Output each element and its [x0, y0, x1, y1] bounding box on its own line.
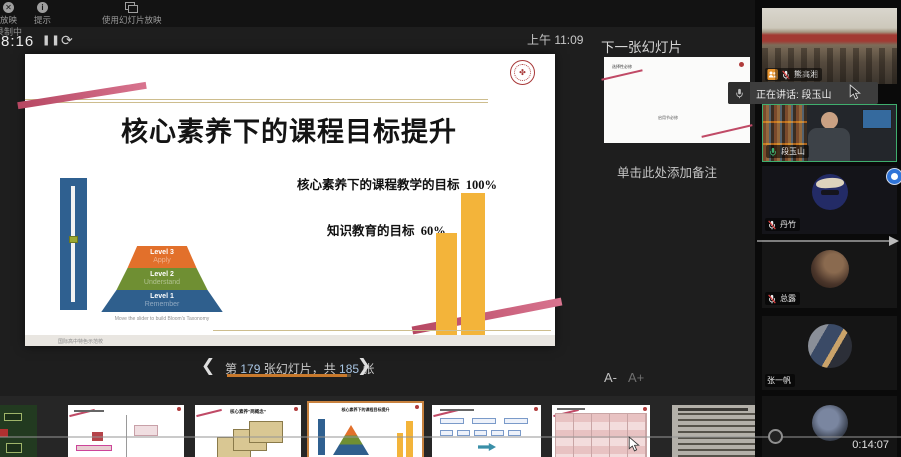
participant-name: 熊高湘 [794, 69, 818, 80]
previous-slide-button[interactable]: ❮ [201, 356, 215, 376]
next-slide-thumb-text: 启用节必修 [658, 115, 678, 121]
end-show-button[interactable]: ✕ 放映 [0, 2, 17, 26]
filmstrip-slide-thumbnail[interactable] [432, 405, 541, 457]
video-tile[interactable]: 张一帆 [762, 316, 897, 390]
slide-deco-line [25, 102, 488, 103]
participant-name: 总露 [780, 293, 796, 304]
next-slide-heading: 下一张幻灯片 [601, 36, 682, 56]
participant-label: 熊高湘 [765, 68, 822, 81]
bar-label-60: 知识教育的目标 60% [327, 220, 446, 239]
participant-name: 张一帆 [767, 375, 791, 386]
slider-track [71, 186, 75, 302]
playback-elapsed-time: 0:14:07 [852, 439, 889, 451]
video-tile[interactable]: 0:14:07 [762, 396, 897, 457]
display-icon [125, 2, 139, 13]
next-slide-thumb-title: 选择性必修 [612, 64, 632, 70]
video-tile-room[interactable]: 熊高湘 [762, 8, 897, 84]
thumb-title: 核心素养下的课程目标提升 [309, 407, 422, 413]
slide-deco-line [213, 330, 551, 331]
mic-icon [728, 82, 750, 104]
notes-font-increase-button[interactable]: A+ [628, 370, 644, 385]
slide-deco-line [25, 99, 488, 100]
tips-label: 提示 [34, 14, 51, 26]
recorded-cursor-icon [849, 84, 862, 101]
avatar [808, 324, 852, 368]
bar-knowledge-goal [436, 233, 457, 344]
participant-label: 张一帆 [765, 374, 795, 387]
slide-footer-band: 国际高中特色示范校 [25, 335, 555, 346]
use-slideshow-label: 使用幻灯片放映 [102, 14, 162, 26]
university-seal-icon: ✤ [510, 60, 535, 85]
presentation-timer: 8:16 [1, 33, 34, 50]
screen-in-video [862, 109, 892, 129]
thumb-seal-icon [739, 62, 744, 67]
bar-label-100: 核心素养下的课程教学的目标 100% [297, 174, 497, 193]
slide-ribbon-top-left [17, 82, 146, 109]
mic-muted-icon [767, 220, 777, 230]
tips-button[interactable]: i 提示 [34, 2, 51, 26]
video-tile[interactable]: 总露 [762, 240, 897, 308]
playback-progress-bar[interactable] [0, 436, 901, 438]
deck-progress-bar [227, 374, 351, 377]
close-icon: ✕ [3, 2, 14, 13]
slide-ribbon-bottom-right [412, 298, 563, 335]
mic-active-icon [768, 147, 778, 157]
pyramid-caption: Move the slider to build Bloom's Taxonom… [62, 316, 262, 322]
notes-font-decrease-button[interactable]: A- [604, 370, 617, 385]
next-slide-button[interactable]: ❯ [357, 356, 371, 376]
participant-name: 段玉山 [781, 146, 805, 157]
bar-core-competency-goal [461, 193, 485, 344]
speaking-toast-text: 正在讲话: 段玉山 [756, 86, 832, 101]
mic-muted-icon [781, 70, 791, 80]
filmstrip-slide-thumbnail[interactable] [68, 405, 184, 457]
use-slideshow-button[interactable]: 使用幻灯片放映 [102, 2, 162, 26]
avatar [811, 250, 849, 288]
participants-scroll-arrow-icon[interactable] [757, 236, 899, 246]
bloom-slider [60, 178, 87, 310]
pyramid-level-3: Level 3 Apply [93, 246, 231, 268]
mouse-cursor-icon [628, 436, 641, 453]
filmstrip-slide-thumbnail-selected[interactable]: 核心素养下的课程目标提升 [307, 401, 424, 457]
video-tile-active-speaker[interactable]: 段玉山 [762, 104, 897, 162]
presenter-view-screen: ✕ 放映 i 提示 使用幻灯片放映 录制中 8:16 ❚❚ ⟳ 上午 11:09… [0, 0, 901, 457]
mic-muted-icon [767, 294, 777, 304]
pause-timer-icon[interactable]: ❚❚ [42, 35, 61, 46]
thumb-ribbon [701, 124, 752, 138]
reaction-badge[interactable] [886, 168, 901, 185]
participant-label: 段玉山 [766, 145, 809, 158]
meeting-room-icon [767, 69, 778, 80]
pyramid-level-2: Level 2 Understand [93, 268, 231, 290]
bloom-pyramid: Level 3 Apply Level 2 Understand Level 1… [93, 246, 231, 312]
filmstrip-slide-thumbnail[interactable] [0, 405, 37, 457]
current-slide: ✤ 核心素养下的课程目标提升 Level 3 Apply Level 2 Und… [25, 54, 555, 346]
info-icon: i [37, 2, 48, 13]
participant-name: 丹竹 [780, 219, 796, 230]
slide-footer-text: 国际高中特色示范校 [58, 338, 103, 345]
notes-placeholder[interactable]: 单击此处添加备注 [617, 162, 717, 181]
playback-scrubber-handle[interactable] [768, 429, 783, 444]
slide-title: 核心素养下的课程目标提升 [121, 110, 457, 149]
pyramid-level-1: Level 1 Remember [93, 290, 231, 312]
slider-knob [69, 236, 78, 243]
thumb-title: 核心素养“两概念” [195, 409, 301, 415]
meeting-video-sidebar: 熊高湘 段玉山 丹竹 [755, 0, 901, 457]
thumb-ribbon [601, 69, 642, 80]
reset-timer-icon[interactable]: ⟳ [61, 32, 73, 49]
video-tile[interactable]: 丹竹 [762, 166, 897, 234]
clock: 上午 11:09 [527, 31, 583, 48]
filmstrip-slide-thumbnail[interactable]: 核心素养“两概念” [195, 405, 301, 457]
deck-progress-fill [227, 374, 347, 377]
participant-label: 总露 [765, 292, 800, 305]
avatar [812, 174, 848, 210]
participant-label: 丹竹 [765, 218, 800, 231]
